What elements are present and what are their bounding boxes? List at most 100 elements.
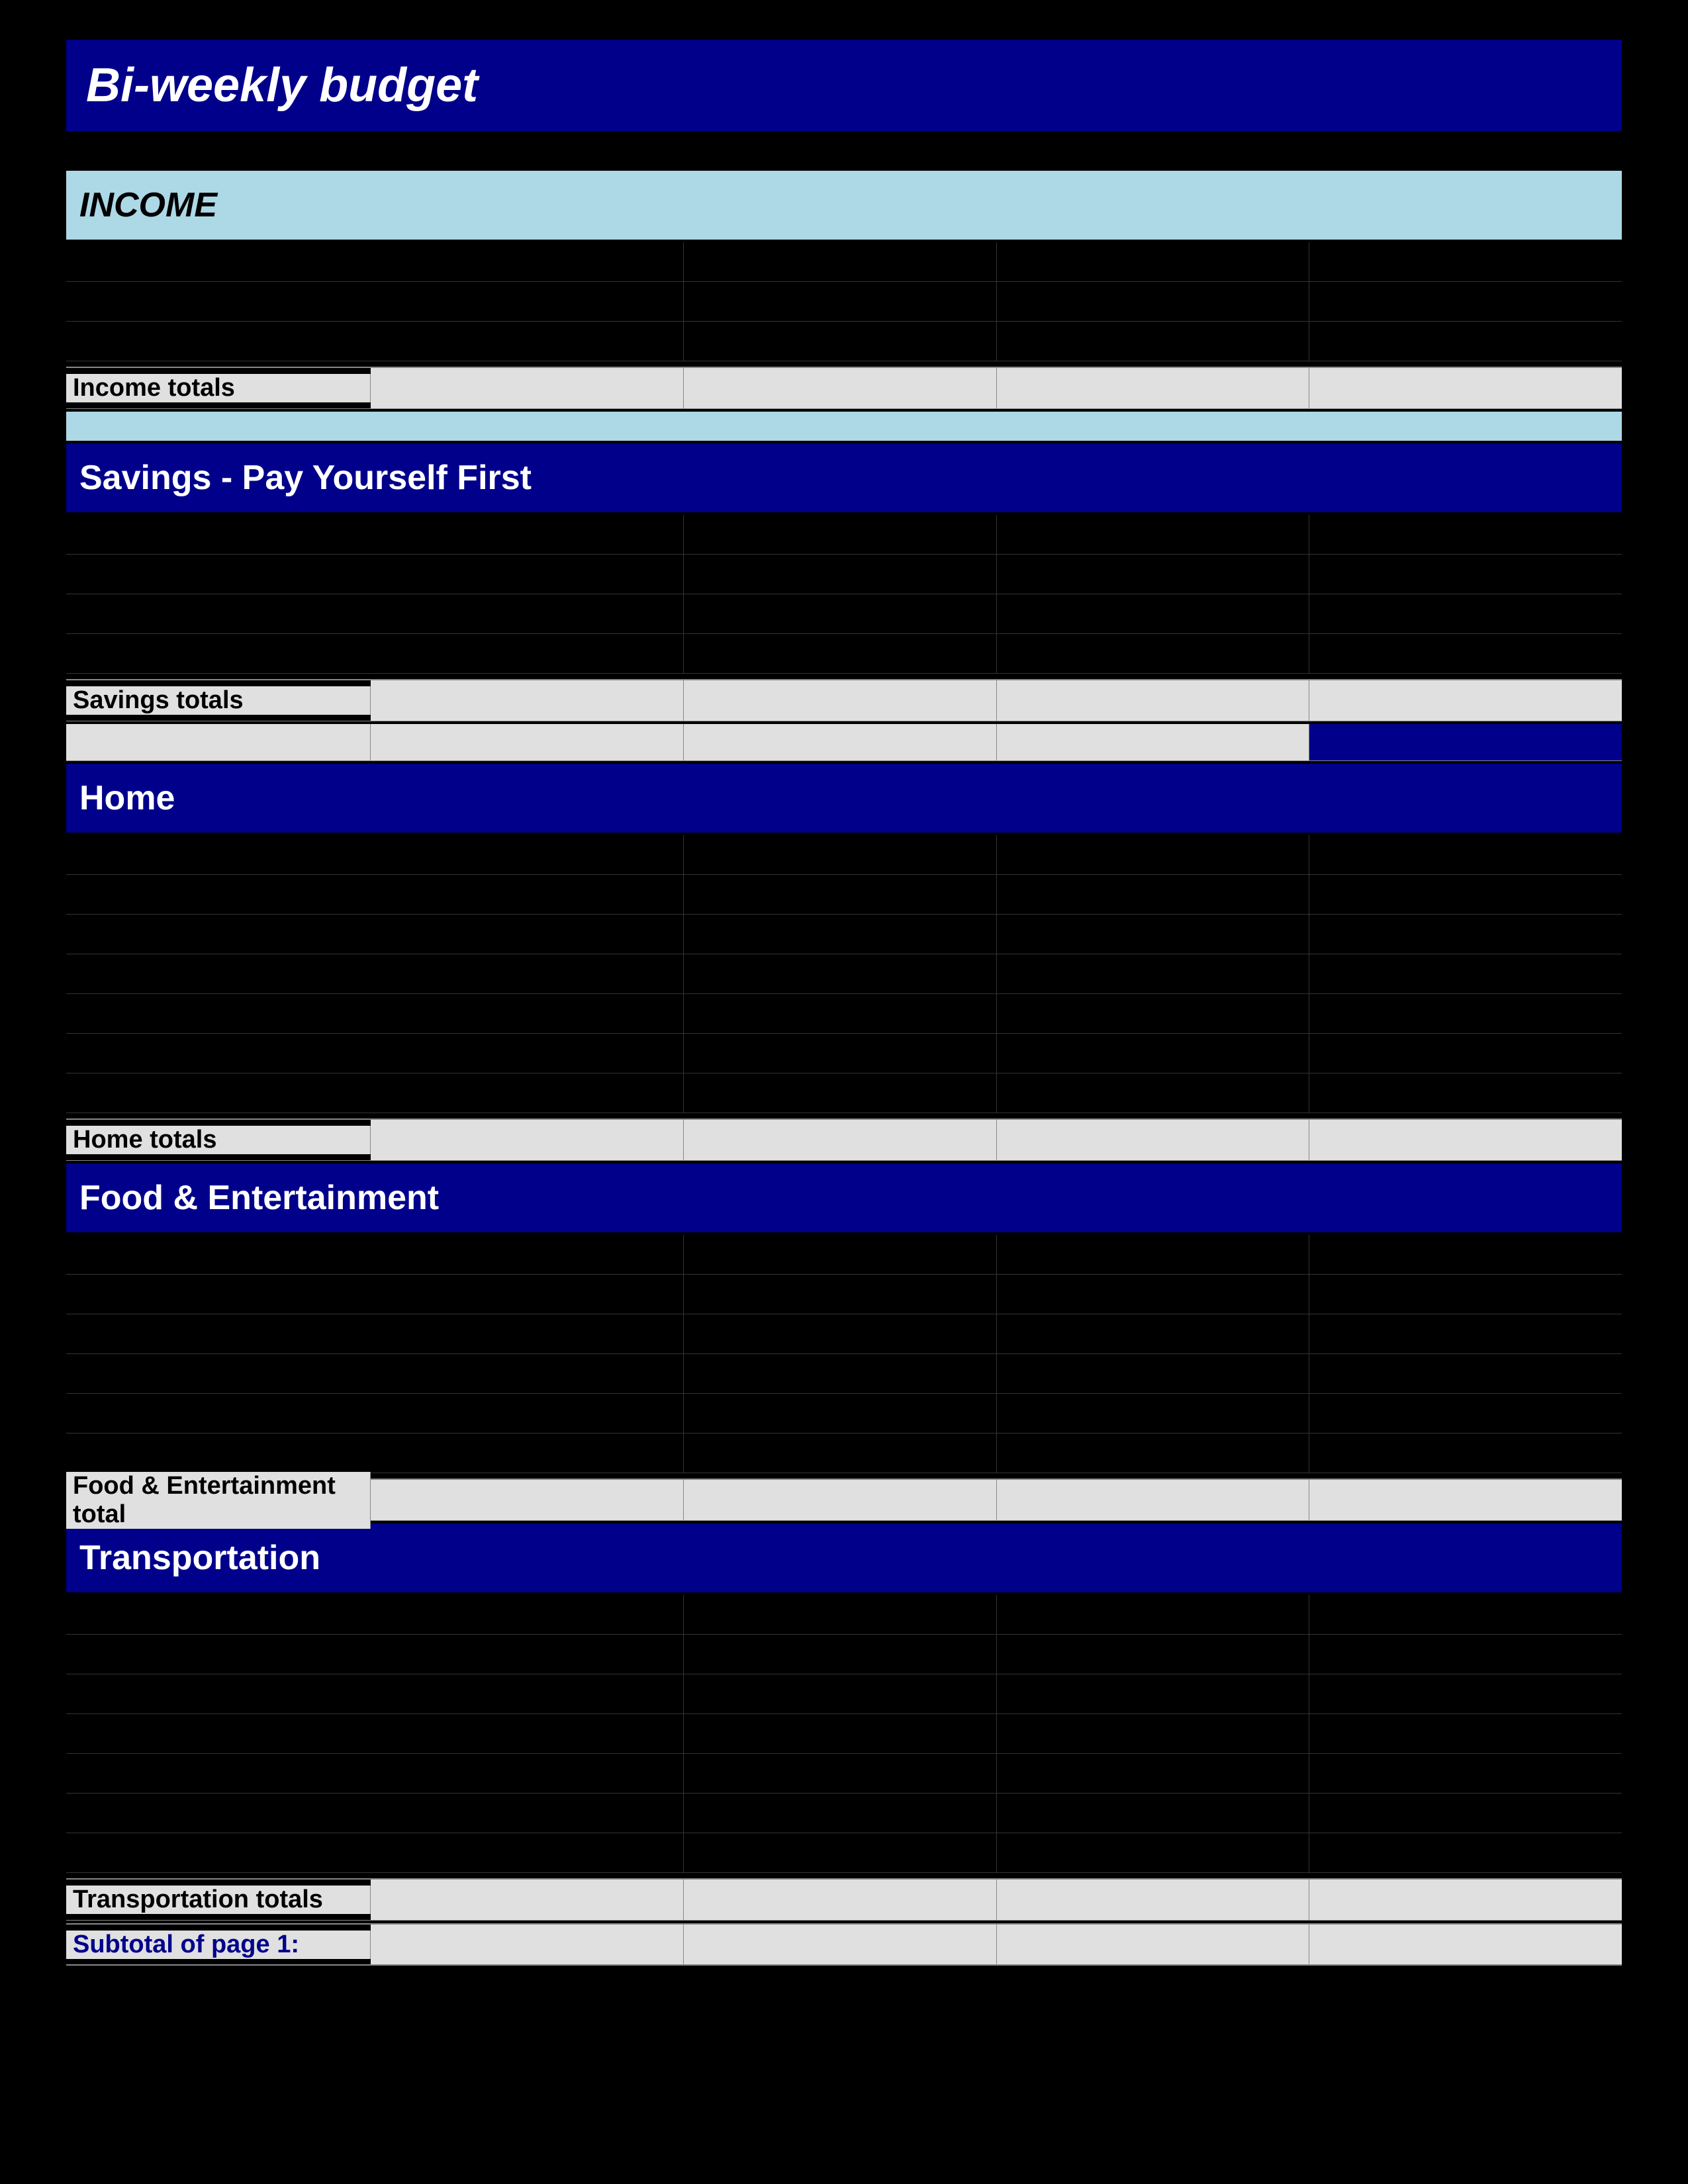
savings-row-3-col2[interactable] (684, 594, 997, 633)
food-row-2-col1[interactable] (371, 1275, 684, 1314)
home-row-7-col1[interactable] (371, 1073, 684, 1113)
income-row-2-col2[interactable] (684, 282, 997, 321)
trans-row-1-col1[interactable] (371, 1595, 684, 1634)
trans-row-6-col1[interactable] (371, 1794, 684, 1833)
trans-row-3-col1[interactable] (371, 1674, 684, 1713)
trans-row-3-col3[interactable] (997, 1674, 1310, 1713)
home-row-4-col3[interactable] (997, 954, 1310, 993)
food-row-3-col3[interactable] (997, 1314, 1310, 1353)
income-row-1-col3[interactable] (997, 242, 1310, 281)
food-totals-col3[interactable] (997, 1480, 1310, 1520)
savings-row-3-col4[interactable] (1309, 594, 1622, 633)
food-totals-col1[interactable] (371, 1480, 684, 1520)
food-row-2-col4[interactable] (1309, 1275, 1622, 1314)
home-row-4-col2[interactable] (684, 954, 997, 993)
home-row-3-col1[interactable] (371, 915, 684, 954)
home-row-2-col2[interactable] (684, 875, 997, 914)
savings-row-2-col4[interactable] (1309, 555, 1622, 594)
home-row-3-col3[interactable] (997, 915, 1310, 954)
subtotal-col1[interactable] (371, 1925, 684, 1964)
trans-row-2-col3[interactable] (997, 1635, 1310, 1674)
trans-row-7-col3[interactable] (997, 1833, 1310, 1872)
income-row-2-col1[interactable] (371, 282, 684, 321)
food-row-4-col2[interactable] (684, 1354, 997, 1393)
trans-row-2-col4[interactable] (1309, 1635, 1622, 1674)
home-totals-col2[interactable] (684, 1120, 997, 1160)
trans-row-5-col2[interactable] (684, 1754, 997, 1793)
trans-row-1-col3[interactable] (997, 1595, 1310, 1634)
savings-row-1-col1[interactable] (371, 515, 684, 554)
food-row-5-col3[interactable] (997, 1394, 1310, 1433)
savings-row-2-col2[interactable] (684, 555, 997, 594)
home-row-5-col1[interactable] (371, 994, 684, 1033)
trans-row-7-col1[interactable] (371, 1833, 684, 1872)
food-row-4-col4[interactable] (1309, 1354, 1622, 1393)
income-row-2-col3[interactable] (997, 282, 1310, 321)
savings-summary-col3[interactable] (997, 724, 1310, 760)
income-row-3-col2[interactable] (684, 322, 997, 361)
food-row-6-col4[interactable] (1309, 1433, 1622, 1473)
trans-row-5-col3[interactable] (997, 1754, 1310, 1793)
savings-row-4-col2[interactable] (684, 634, 997, 673)
savings-summary-col2[interactable] (684, 724, 997, 760)
subtotal-col2[interactable] (684, 1925, 997, 1964)
food-totals-col4[interactable] (1309, 1480, 1622, 1520)
food-row-6-col2[interactable] (684, 1433, 997, 1473)
trans-row-4-col4[interactable] (1309, 1714, 1622, 1753)
trans-row-3-col4[interactable] (1309, 1674, 1622, 1713)
income-totals-col2[interactable] (684, 368, 997, 408)
trans-row-1-col4[interactable] (1309, 1595, 1622, 1634)
trans-row-4-col1[interactable] (371, 1714, 684, 1753)
income-row-1-col4[interactable] (1309, 242, 1622, 281)
food-row-4-col3[interactable] (997, 1354, 1310, 1393)
home-row-1-col2[interactable] (684, 835, 997, 874)
savings-row-3-col3[interactable] (997, 594, 1310, 633)
savings-row-1-col4[interactable] (1309, 515, 1622, 554)
home-row-7-col3[interactable] (997, 1073, 1310, 1113)
savings-row-4-col4[interactable] (1309, 634, 1622, 673)
home-totals-col3[interactable] (997, 1120, 1310, 1160)
transportation-totals-col1[interactable] (371, 1880, 684, 1920)
home-totals-col1[interactable] (371, 1120, 684, 1160)
income-row-3-col4[interactable] (1309, 322, 1622, 361)
home-row-2-col4[interactable] (1309, 875, 1622, 914)
income-row-2-col4[interactable] (1309, 282, 1622, 321)
savings-summary-col1[interactable] (371, 724, 684, 760)
transportation-totals-col3[interactable] (997, 1880, 1310, 1920)
home-row-1-col4[interactable] (1309, 835, 1622, 874)
subtotal-col3[interactable] (997, 1925, 1310, 1964)
savings-totals-col2[interactable] (684, 680, 997, 721)
food-totals-col2[interactable] (684, 1480, 997, 1520)
food-row-5-col2[interactable] (684, 1394, 997, 1433)
home-row-5-col4[interactable] (1309, 994, 1622, 1033)
home-row-3-col4[interactable] (1309, 915, 1622, 954)
food-row-6-col3[interactable] (997, 1433, 1310, 1473)
trans-row-2-col2[interactable] (684, 1635, 997, 1674)
savings-row-4-col1[interactable] (371, 634, 684, 673)
home-totals-col4[interactable] (1309, 1120, 1622, 1160)
home-row-6-col1[interactable] (371, 1034, 684, 1073)
trans-row-6-col2[interactable] (684, 1794, 997, 1833)
home-row-6-col4[interactable] (1309, 1034, 1622, 1073)
savings-row-1-col3[interactable] (997, 515, 1310, 554)
food-row-1-col1[interactable] (371, 1235, 684, 1274)
trans-row-6-col4[interactable] (1309, 1794, 1622, 1833)
trans-row-6-col3[interactable] (997, 1794, 1310, 1833)
trans-row-7-col2[interactable] (684, 1833, 997, 1872)
trans-row-4-col3[interactable] (997, 1714, 1310, 1753)
savings-row-2-col1[interactable] (371, 555, 684, 594)
transportation-totals-col4[interactable] (1309, 1880, 1622, 1920)
trans-row-4-col2[interactable] (684, 1714, 997, 1753)
trans-row-5-col1[interactable] (371, 1754, 684, 1793)
food-row-4-col1[interactable] (371, 1354, 684, 1393)
home-row-7-col4[interactable] (1309, 1073, 1622, 1113)
home-row-4-col1[interactable] (371, 954, 684, 993)
home-row-2-col3[interactable] (997, 875, 1310, 914)
subtotal-col4[interactable] (1309, 1925, 1622, 1964)
income-totals-col1[interactable] (371, 368, 684, 408)
savings-row-1-col2[interactable] (684, 515, 997, 554)
food-row-5-col4[interactable] (1309, 1394, 1622, 1433)
income-totals-col4[interactable] (1309, 368, 1622, 408)
food-row-3-col1[interactable] (371, 1314, 684, 1353)
trans-row-1-col2[interactable] (684, 1595, 997, 1634)
